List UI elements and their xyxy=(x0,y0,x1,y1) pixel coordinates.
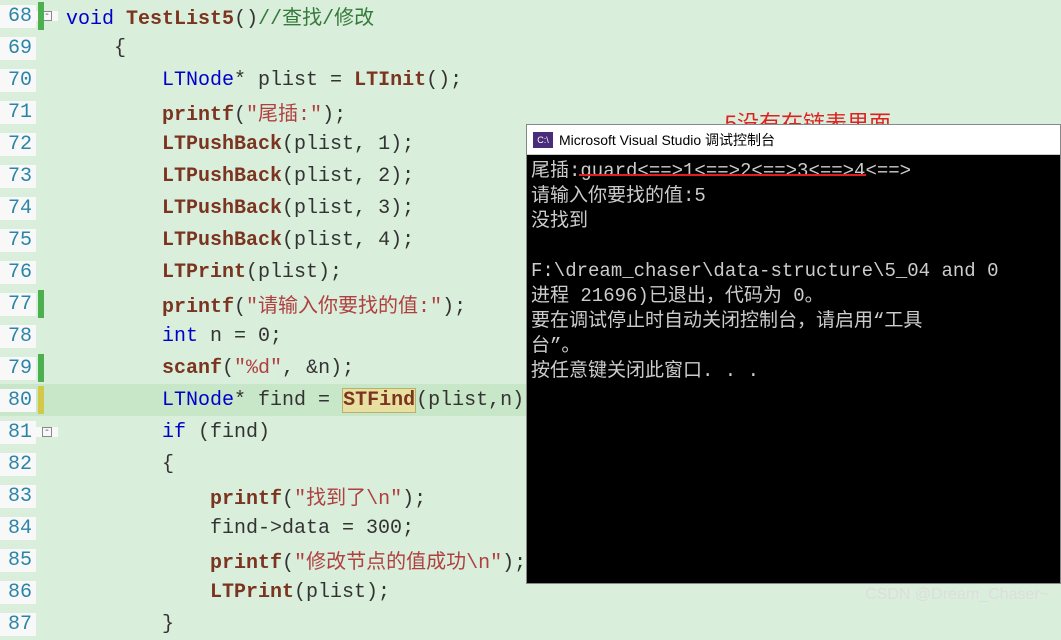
change-marker xyxy=(38,290,44,318)
code-content[interactable]: printf("找到了\n"); xyxy=(58,481,426,511)
code-content[interactable]: if (find) xyxy=(58,421,270,444)
code-content[interactable]: } xyxy=(58,613,174,636)
line-number: 71 xyxy=(0,101,36,124)
code-line[interactable]: 87 } xyxy=(0,608,1061,640)
line-number: 74 xyxy=(0,197,36,220)
change-marker xyxy=(38,386,44,414)
line-number: 78 xyxy=(0,325,36,348)
code-content[interactable]: { xyxy=(58,453,174,476)
gutter: - xyxy=(36,11,58,21)
code-content[interactable]: { xyxy=(58,37,126,60)
change-marker xyxy=(38,2,44,30)
line-number: 72 xyxy=(0,133,36,156)
console-window: C:\ Microsoft Visual Studio 调试控制台 尾插:gua… xyxy=(526,124,1061,584)
code-content[interactable]: scanf("%d", &n); xyxy=(58,357,354,380)
line-number: 75 xyxy=(0,229,36,252)
code-line[interactable]: 68-void TestList5()//查找/修改 xyxy=(0,0,1061,32)
line-number: 70 xyxy=(0,69,36,92)
code-content[interactable]: LTPushBack(plist, 3); xyxy=(58,197,414,220)
gutter: - xyxy=(36,427,58,437)
code-content[interactable]: int n = 0; xyxy=(58,325,282,348)
line-number: 80 xyxy=(0,389,36,412)
change-marker xyxy=(38,354,44,382)
code-line[interactable]: 70 LTNode* plist = LTInit(); xyxy=(0,64,1061,96)
line-number: 68 xyxy=(0,5,36,28)
line-number: 85 xyxy=(0,549,36,572)
code-content[interactable]: find->data = 300; xyxy=(58,517,414,540)
code-line[interactable]: 69 { xyxy=(0,32,1061,64)
code-content[interactable]: LTNode* find = STFind(plist,n); xyxy=(58,389,536,412)
console-icon: C:\ xyxy=(533,132,553,148)
line-number: 84 xyxy=(0,517,36,540)
line-number: 77 xyxy=(0,293,36,316)
code-content[interactable]: printf("修改节点的值成功\n"); xyxy=(58,545,526,575)
watermark: CSDN @Dream_Chaser~ xyxy=(865,586,1049,604)
code-content[interactable]: LTNode* plist = LTInit(); xyxy=(58,69,462,92)
line-number: 69 xyxy=(0,37,36,60)
line-number: 83 xyxy=(0,485,36,508)
line-number: 87 xyxy=(0,613,36,636)
underline-annotation xyxy=(579,174,866,176)
line-number: 73 xyxy=(0,165,36,188)
fold-toggle[interactable]: - xyxy=(42,427,52,437)
console-titlebar[interactable]: C:\ Microsoft Visual Studio 调试控制台 xyxy=(527,125,1060,155)
console-title-text: Microsoft Visual Studio 调试控制台 xyxy=(559,130,775,150)
line-number: 81 xyxy=(0,421,36,444)
line-number: 79 xyxy=(0,357,36,380)
line-number: 76 xyxy=(0,261,36,284)
code-content[interactable]: printf("请输入你要找的值:"); xyxy=(58,289,466,319)
code-content[interactable]: LTPushBack(plist, 2); xyxy=(58,165,414,188)
line-number: 82 xyxy=(0,453,36,476)
code-content[interactable]: printf("尾插:"); xyxy=(58,97,346,127)
code-content[interactable]: LTPushBack(plist, 4); xyxy=(58,229,414,252)
code-content[interactable]: LTPrint(plist); xyxy=(58,581,390,604)
console-output: 尾插:guard<==>1<==>2<==>3<==>4<==> 请输入你要找的… xyxy=(527,155,1060,388)
line-number: 86 xyxy=(0,581,36,604)
code-content[interactable]: LTPushBack(plist, 1); xyxy=(58,133,414,156)
code-content[interactable]: void TestList5()//查找/修改 xyxy=(58,1,374,31)
code-content[interactable]: LTPrint(plist); xyxy=(58,261,342,284)
